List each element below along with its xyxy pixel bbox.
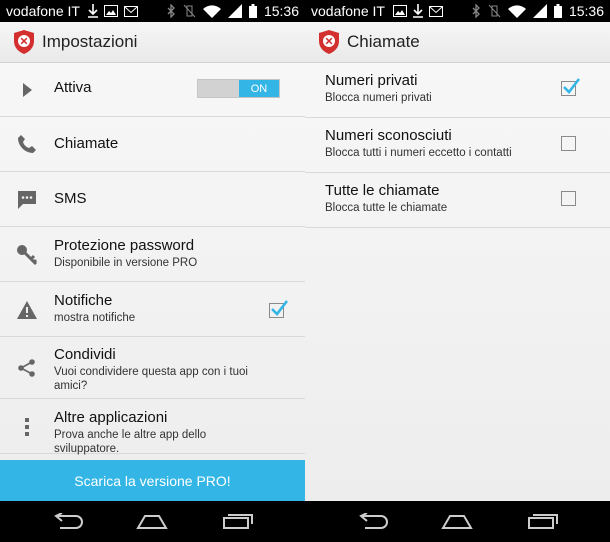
tutte-le-chiamate-checkbox[interactable] [561,191,576,206]
gmail-icon [428,5,443,17]
notifiche-checkbox[interactable] [269,300,289,318]
nav-bar [0,501,305,542]
warning-icon [16,299,38,321]
back-icon[interactable] [52,513,84,529]
setting-label: Notifiche [54,292,113,309]
vibrate-icon [183,4,196,18]
phone-icon [16,133,38,155]
setting-notifiche[interactable]: Notifiche mostra notifiche [0,282,305,337]
clock: 15:36 [568,3,604,19]
app-logo-icon[interactable] [12,29,36,55]
vibrate-icon [488,4,501,18]
setting-label: SMS [54,190,87,207]
option-sublabel: Blocca numeri privati [325,92,432,104]
setting-sublabel: Disponibile in versione PRO [54,257,198,269]
setting-label: Altre applicazioni [54,409,168,426]
numeri-sconosciuti-checkbox[interactable] [561,136,576,151]
settings-list: Attiva ON Chiamate SMS Protezione passwo… [0,63,305,501]
setting-sublabel: mostra notifiche [54,312,136,324]
checkmark-icon [271,300,289,316]
setting-label: Protezione password [54,237,195,254]
setting-altre-app[interactable]: Altre applicazioni Prova anche le altre … [0,399,305,455]
status-bar: vodafone IT 15:36 [305,0,610,22]
setting-condividi[interactable]: Condividi Vuoi condividere questa app co… [0,337,305,399]
setting-label: Chiamate [54,135,119,152]
home-icon[interactable] [136,513,168,529]
option-numeri-sconosciuti[interactable]: Numeri sconosciuti Blocca tutti i numeri… [305,118,610,173]
option-label: Tutte le chiamate [325,182,440,199]
back-icon[interactable] [357,513,389,529]
key-icon [16,244,38,266]
wifi-icon [507,5,526,18]
home-icon[interactable] [441,513,473,529]
attiva-toggle[interactable]: ON [197,79,280,98]
download-pro-button[interactable]: Scarica la versione PRO! [0,460,305,501]
image-icon [392,5,407,17]
setting-label: Attiva [54,79,92,96]
battery-icon [248,4,257,18]
recent-apps-icon[interactable] [222,513,254,529]
setting-password[interactable]: Protezione password Disponibile in versi… [0,227,305,282]
bluetooth-icon [167,4,175,18]
image-icon [103,5,118,17]
setting-sms[interactable]: SMS [0,172,305,227]
setting-sublabel: Prova anche le altre app dello sviluppat… [54,429,207,455]
screen-title: Chiamate [347,32,420,51]
more-vert-icon [16,416,38,438]
option-numeri-privati[interactable]: Numeri privati Blocca numeri privati [305,63,610,118]
status-bar: vodafone IT 15:36 [0,0,305,22]
option-label: Numeri privati [325,72,418,89]
download-icon [87,4,98,18]
action-bar: Chiamate [305,22,610,63]
recent-apps-icon[interactable] [527,513,559,529]
signal-icon [532,4,547,18]
carrier-name: vodafone IT [311,3,385,19]
play-arrow-icon [16,79,38,101]
setting-chiamate[interactable]: Chiamate [0,117,305,172]
setting-attiva[interactable]: Attiva ON [0,63,305,117]
signal-icon [227,4,242,18]
share-icon [16,357,38,379]
setting-label: Condividi [54,346,116,363]
nav-bar [305,501,610,542]
numeri-privati-checkbox[interactable] [561,78,581,96]
calls-list: Numeri privati Blocca numeri privati Num… [305,63,610,501]
gmail-icon [123,5,138,17]
option-tutte-le-chiamate[interactable]: Tutte le chiamate Blocca tutte le chiama… [305,173,610,228]
wifi-icon [202,5,221,18]
sms-icon [16,189,38,211]
clock: 15:36 [263,3,299,19]
option-sublabel: Blocca tutti i numeri eccetto i contatti [325,147,512,159]
bluetooth-icon [472,4,480,18]
calls-screen: vodafone IT 15:36 Chiamate Numeri privat… [305,0,610,542]
download-icon [412,4,423,18]
screen-title: Impostazioni [42,32,138,51]
option-sublabel: Blocca tutte le chiamate [325,202,448,214]
settings-screen: vodafone IT 15:36 Impostazioni Attiva ON [0,0,305,542]
battery-icon [553,4,562,18]
checkmark-icon [563,78,581,94]
toggle-on-label: ON [239,80,279,97]
action-bar: Impostazioni [0,22,305,63]
setting-sublabel: Vuoi condividere questa app con i tuoi a… [54,366,248,392]
app-logo-icon[interactable] [317,29,341,55]
carrier-name: vodafone IT [6,3,80,19]
option-label: Numeri sconosciuti [325,127,452,144]
